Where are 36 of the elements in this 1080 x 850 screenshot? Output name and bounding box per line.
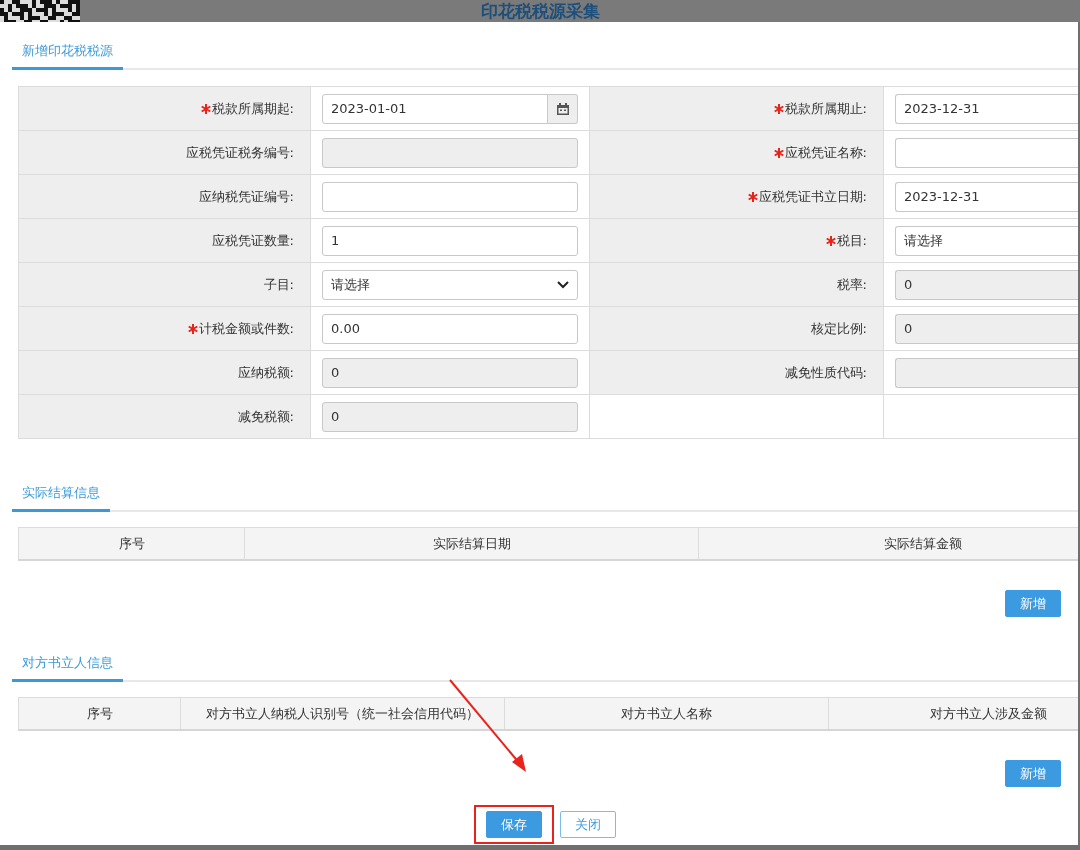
- chevron-down-icon: [557, 280, 569, 289]
- field-label: 应税凭证税务编号:: [185, 144, 294, 160]
- field-label: 税款所属期起:: [211, 100, 294, 116]
- input-field[interactable]: [322, 181, 578, 212]
- column-header: 实际结算日期: [244, 527, 699, 560]
- input-field[interactable]: 1: [322, 225, 578, 256]
- input-field[interactable]: 2023-12-31: [895, 93, 1078, 124]
- calendar-button[interactable]: [548, 93, 578, 124]
- field-label: 计税金额或件数:: [198, 320, 294, 336]
- date-field[interactable]: 2023-01-01: [322, 93, 548, 124]
- field-label: 子目:: [263, 276, 294, 292]
- field-label: 核定比例:: [810, 320, 867, 336]
- field-label: 减免性质代码:: [784, 364, 867, 380]
- column-header: 序号: [18, 697, 181, 730]
- input-field[interactable]: 请选择: [895, 225, 1078, 256]
- column-header: 实际结算金额: [698, 527, 1078, 560]
- field-label: 应纳税凭证编号:: [198, 188, 294, 204]
- field-label: 应税凭证数量:: [211, 232, 294, 248]
- input-field[interactable]: [895, 137, 1078, 168]
- field-label: 应税凭证书立日期:: [758, 188, 867, 204]
- select-field[interactable]: 请选择: [322, 269, 578, 300]
- field-label: 应纳税额:: [237, 364, 294, 380]
- window-title: 印花税税源采集: [480, 0, 600, 22]
- field-label: 应税凭证名称:: [784, 144, 867, 160]
- column-header: 对方书立人纳税人识别号（统一社会信用代码）: [180, 697, 505, 730]
- input-field[interactable]: 2023-12-31: [895, 181, 1078, 212]
- input-field[interactable]: 0.00: [322, 313, 578, 344]
- qr-code-icon: [0, 0, 80, 22]
- field-label: 税目:: [836, 232, 867, 248]
- column-header: 序号: [18, 527, 245, 560]
- column-header: 对方书立人名称: [504, 697, 829, 730]
- field-label: 税款所属期止:: [784, 100, 867, 116]
- field-label: 税率:: [836, 276, 867, 292]
- column-header: 对方书立人涉及金额: [828, 697, 1078, 730]
- field-label: 减免税额:: [237, 408, 294, 424]
- calendar-icon: [556, 102, 569, 115]
